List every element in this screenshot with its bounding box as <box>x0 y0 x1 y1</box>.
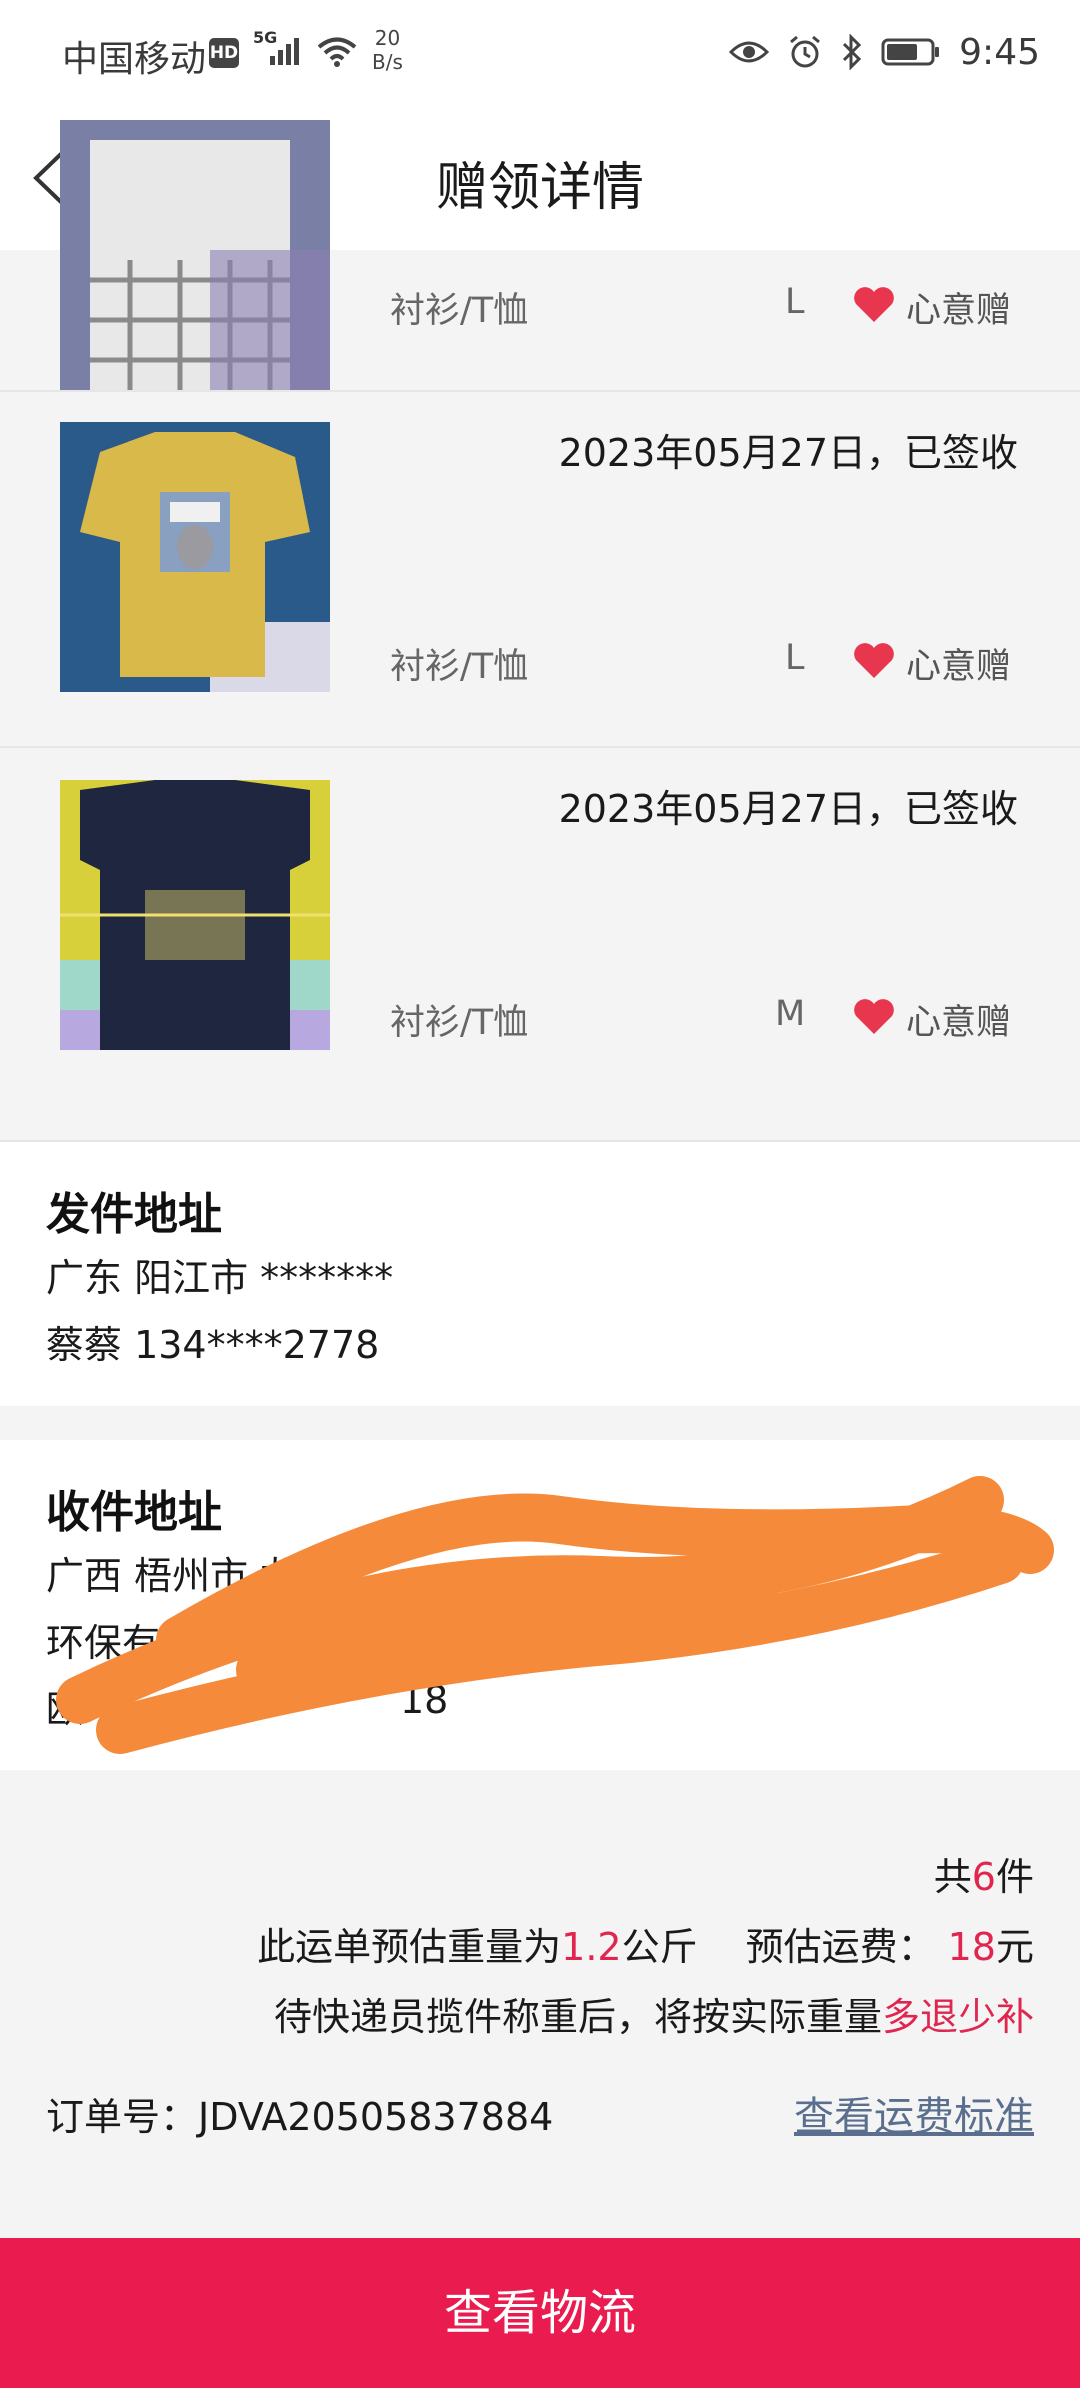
total-suffix: 件 <box>995 1855 1034 1899</box>
sender-address: 广东 阳江市 ******* <box>46 1256 394 1300</box>
weight-fee-line: 此运单预估重量为1.2公斤 预估运费： 18元 <box>257 1916 1034 1971</box>
order-number: 订单号：JDVA20505837884 <box>46 2086 553 2141</box>
sender-contact: 蔡蔡 134****2778 <box>46 1323 380 1367</box>
weight-note-line: 待快递员揽件称重后，将按实际重量多退少补 <box>274 1986 1034 2041</box>
total-count-line: 共6件 <box>934 1846 1034 1901</box>
navy-tshirt-image <box>60 780 330 1050</box>
note-highlight: 多退少补 <box>881 1995 1034 2039</box>
view-logistics-button[interactable]: 查看物流 <box>0 2238 1080 2388</box>
hd-icon: HD <box>209 38 239 68</box>
order-summary: 共6件 此运单预估重量为1.2公斤 预估运费： 18元 待快递员揽件称重后，将按实际… <box>0 1770 1080 2238</box>
item-category: 衬衫/T恤 <box>390 647 529 687</box>
fee-value: 18 <box>947 1925 996 1969</box>
gift-type: 心意赠 <box>906 1003 1012 1043</box>
bluetooth-icon <box>843 34 862 70</box>
note-prefix: 待快递员揽件称重后，将按实际重量 <box>273 1995 882 2039</box>
net-speed-unit: B/s <box>372 50 403 74</box>
gift-type: 心意赠 <box>906 291 1012 331</box>
heart-icon <box>854 643 894 678</box>
list-item[interactable]: 2023年05月27日，已签收 衬衫/T恤 M 心意赠 <box>0 748 1080 1140</box>
list-item[interactable]: 衬衫/T恤 L 心意赠 <box>0 120 1080 392</box>
total-count: 6 <box>971 1855 996 1899</box>
net-speed: 20 B/s <box>372 26 403 74</box>
list-item[interactable]: 2023年05月27日，已签收 衬衫/T恤 L 心意赠 <box>0 392 1080 748</box>
weight-unit: 公斤 <box>621 1925 698 1969</box>
receiver-address-card: 收件地址 广西 梧州市 龙圩区 环保有限 欧 18 <box>0 1440 1080 1770</box>
item-size: L <box>785 638 805 678</box>
gift-type: 心意赠 <box>906 647 1012 687</box>
status-bar: 中国移动 HD 5G 20 B/s 9:45 <box>0 0 1080 105</box>
total-prefix: 共 <box>933 1855 972 1899</box>
redaction-scribble <box>56 1476 1054 1754</box>
heart-icon <box>854 999 894 1034</box>
status-right: 9:45 <box>729 30 1040 74</box>
plaid-shirt-image <box>60 120 330 390</box>
net-speed-value: 20 <box>374 26 401 50</box>
battery-icon <box>881 38 940 66</box>
weight-prefix: 此运单预估重量为 <box>257 1925 562 1969</box>
order-no-value: JDVA20505837884 <box>198 2095 554 2139</box>
carrier-name: 中国移动 <box>62 39 207 80</box>
sender-title: 发件地址 <box>46 1189 222 1240</box>
sender-address-card: 发件地址 广东 阳江市 ******* 蔡蔡 134****2778 <box>0 1140 1080 1406</box>
eye-icon <box>729 41 770 63</box>
signal-icon <box>270 38 299 65</box>
yellow-tshirt-image <box>60 422 330 692</box>
wifi-icon <box>317 37 357 67</box>
item-date-status: 2023年05月27日，已签收 <box>558 431 1018 475</box>
item-category: 衬衫/T恤 <box>390 1003 529 1043</box>
product-thumbnail <box>60 120 330 390</box>
item-date-status: 2023年05月27日，已签收 <box>558 787 1018 831</box>
alarm-icon <box>790 35 821 68</box>
item-category: 衬衫/T恤 <box>390 291 529 331</box>
fee-label: 预估运费： <box>745 1925 936 1969</box>
product-thumbnail <box>60 422 330 692</box>
clock: 9:45 <box>959 31 1040 73</box>
order-label: 订单号： <box>46 2095 199 2139</box>
weight-value: 1.2 <box>561 1925 622 1969</box>
item-size: M <box>775 994 806 1034</box>
product-thumbnail <box>60 780 330 1050</box>
heart-icon <box>854 287 894 322</box>
item-size: L <box>785 282 805 322</box>
fee-standard-link[interactable]: 查看运费标准 <box>794 2084 1034 2142</box>
fee-unit: 元 <box>995 1925 1034 1969</box>
